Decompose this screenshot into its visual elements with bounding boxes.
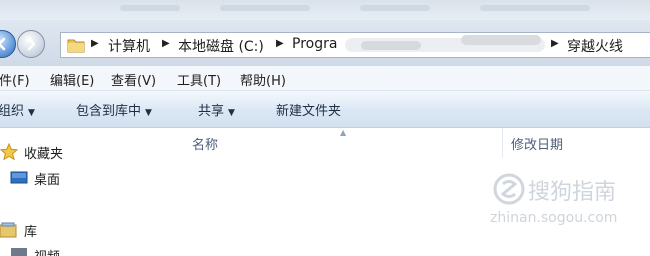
nav-label-desktop: 桌面	[34, 173, 61, 188]
menu-file[interactable]: 文件(F)	[0, 70, 30, 89]
organize-button[interactable]: 组织 ▼	[0, 100, 35, 119]
library-icon	[0, 222, 17, 238]
column-header-date-modified[interactable]: 修改日期	[511, 134, 563, 153]
chevron-down-icon: ▼	[145, 108, 152, 118]
nav-label-videos: 视频	[34, 246, 60, 256]
menu-bar: 文件(F) 编辑(E) 查看(V) 工具(T) 帮助(H)	[0, 66, 650, 91]
column-header-name[interactable]: 名称	[192, 134, 218, 153]
column-divider[interactable]	[502, 128, 503, 158]
nav-item-favorites[interactable]: 收藏夹	[0, 141, 172, 163]
folder-icon	[67, 39, 85, 53]
address-bar[interactable]: ▶ 计算机 ▶ 本地磁盘 (C:) ▶ Progra ▶ 穿越火线	[60, 32, 650, 58]
watermark-brand: 搜狗指南	[528, 180, 617, 205]
new-folder-button[interactable]: 新建文件夹	[276, 100, 341, 119]
address-row: ▶ 计算机 ▶ 本地磁盘 (C:) ▶ Progra ▶ 穿越火线	[0, 20, 650, 66]
obscured-region	[361, 41, 421, 50]
breadcrumb-separator-icon[interactable]: ▶	[162, 38, 170, 49]
navigation-pane: 收藏夹 桌面 库 视频	[0, 128, 172, 256]
include-in-library-label: 包含到库中	[76, 104, 142, 119]
file-list-pane: ▲ 名称 修改日期 搜狗指南 zhinan.sogou.com	[172, 128, 650, 252]
video-icon	[11, 248, 27, 256]
chevron-down-icon: ▼	[228, 108, 235, 118]
star-icon	[0, 143, 18, 161]
menu-help[interactable]: 帮助(H)	[240, 70, 286, 89]
forward-button[interactable]	[17, 30, 45, 58]
blurred-text	[480, 5, 590, 11]
watermark-url: zhinan.sogou.com	[490, 210, 618, 226]
command-toolbar: 组织 ▼ 包含到库中 ▼ 共享 ▼ 新建文件夹	[0, 91, 650, 128]
breadcrumb-separator-icon[interactable]: ▶	[276, 38, 284, 49]
nav-label-libraries: 库	[24, 225, 38, 240]
blurred-text	[220, 5, 310, 11]
share-label: 共享	[198, 104, 225, 119]
breadcrumb-separator-icon[interactable]: ▶	[551, 38, 559, 49]
forward-arrow-icon	[27, 37, 36, 51]
blurred-top-strip	[0, 0, 650, 20]
breadcrumb-computer[interactable]: 计算机	[108, 36, 150, 56]
obscured-region	[461, 35, 541, 45]
blurred-text	[360, 5, 430, 11]
nav-item-desktop[interactable]: 桌面	[0, 167, 172, 189]
include-in-library-button[interactable]: 包含到库中 ▼	[76, 100, 152, 119]
sogou-logo-icon	[493, 173, 525, 205]
desktop-icon	[10, 171, 28, 184]
menu-tools[interactable]: 工具(T)	[177, 70, 221, 89]
nav-item-libraries[interactable]: 库	[0, 219, 172, 241]
back-button[interactable]	[0, 30, 16, 58]
blurred-text	[120, 5, 180, 11]
breadcrumb-local-disk[interactable]: 本地磁盘 (C:)	[178, 36, 264, 56]
back-arrow-icon	[0, 37, 6, 51]
chevron-down-icon: ▼	[28, 108, 35, 118]
breadcrumb-current-folder[interactable]: 穿越火线	[567, 36, 623, 56]
sort-arrow-icon: ▲	[340, 128, 347, 137]
breadcrumb-program-files[interactable]: Progra	[292, 36, 337, 52]
organize-label: 组织	[0, 104, 25, 119]
breadcrumb-separator-icon[interactable]: ▶	[91, 38, 99, 49]
nav-label-favorites: 收藏夹	[24, 147, 64, 162]
nav-item-videos[interactable]: 视频	[0, 244, 172, 256]
share-button[interactable]: 共享 ▼	[198, 100, 235, 119]
menu-edit[interactable]: 编辑(E)	[50, 70, 94, 89]
menu-view[interactable]: 查看(V)	[111, 70, 156, 89]
